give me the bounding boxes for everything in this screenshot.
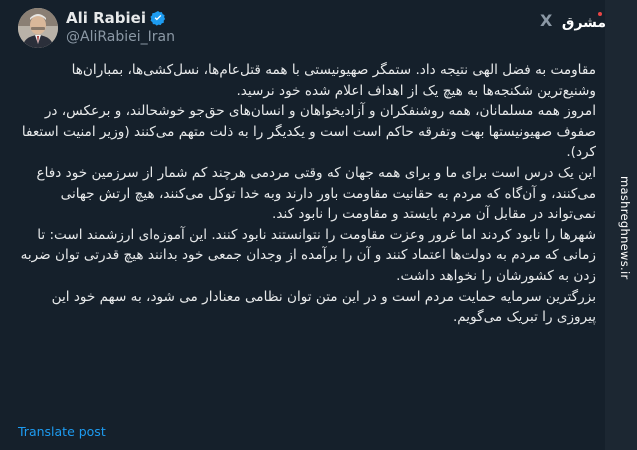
author-handle[interactable]: @AliRabiei_Iran (66, 29, 175, 45)
avatar[interactable] (18, 8, 58, 48)
x-logo-icon: X (540, 11, 553, 30)
tweet-paragraph: این یک درس است برای ما و برای همه جهان ک… (36, 164, 596, 223)
tweet-paragraph: بزرگترین سرمایه حمایت مردم است و در این … (51, 288, 596, 326)
avatar-image (18, 8, 58, 48)
brand-logo-text: مشرق (562, 15, 606, 31)
tweet-paragraph: شهرها را نابود کردند اما غرور وعزت مقاوم… (20, 226, 596, 284)
watermark-text: mashreghnews.ir (618, 176, 632, 280)
translate-post-link[interactable]: Translate post (18, 424, 106, 439)
tweet-text: مقاومت به فضل الهی نتیجه داد. ستمگر صهیو… (16, 60, 596, 328)
tweet-paragraph: امروز همه مسلمانان، همه روشنفکران و آزاد… (21, 103, 596, 161)
tweet-paragraph: مقاومت به فضل الهی نتیجه داد. ستمگر صهیو… (71, 62, 596, 99)
tweet-card: Ali Rabiei @AliRabiei_Iran X مشرق مقاومت… (0, 0, 607, 450)
screenshot-frame: Ali Rabiei @AliRabiei_Iran X مشرق مقاومت… (0, 0, 637, 450)
mashregh-logo-icon: مشرق (561, 8, 607, 36)
author-name[interactable]: Ali Rabiei (66, 9, 146, 27)
verified-badge-icon (150, 11, 166, 26)
author-name-row[interactable]: Ali Rabiei (66, 9, 166, 27)
